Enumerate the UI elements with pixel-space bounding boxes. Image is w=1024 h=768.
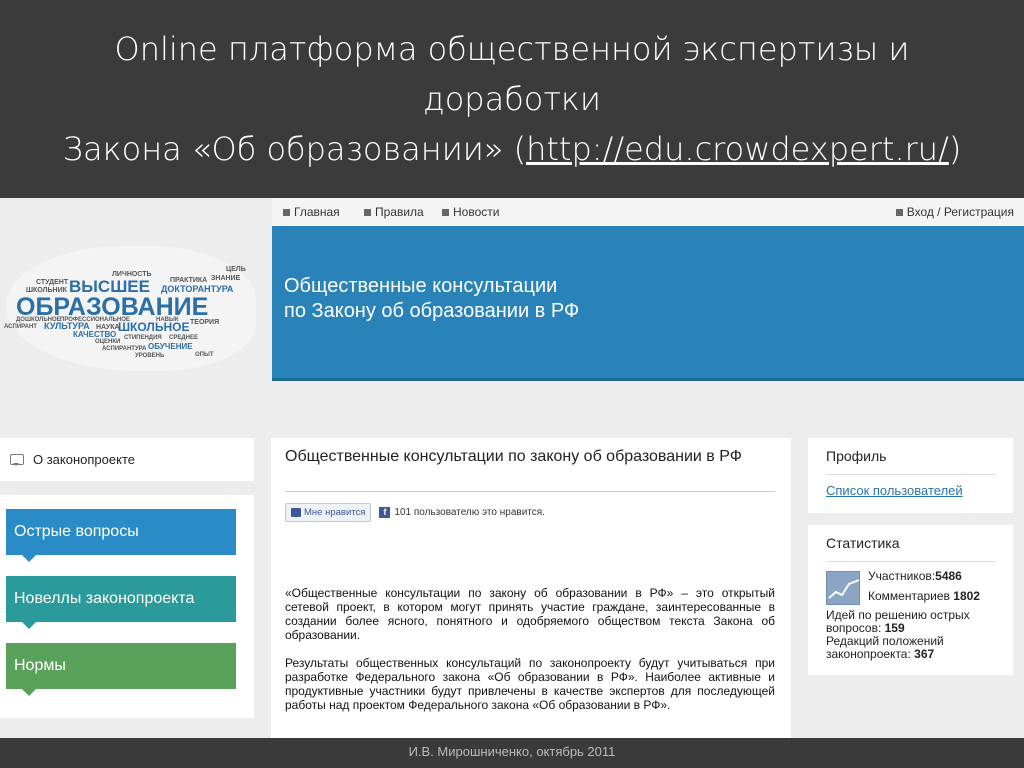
intro-paragraph: «Общественные консультации по закону об … (285, 586, 775, 642)
nav-login-label: Вход / Регистрация (906, 205, 1014, 219)
speech-bubble-icon (10, 454, 24, 466)
square-bullet-icon (895, 208, 903, 216)
cloud-word: СРЕДНЕЕ (169, 335, 198, 341)
nav-news-label: Новости (453, 205, 500, 219)
menu-bill-novels-button[interactable]: Новеллы законопроекта (6, 576, 236, 629)
cloud-word: ЦЕЛЬ (226, 266, 246, 273)
slide-title-line2: доработки (423, 80, 601, 118)
like-button[interactable]: Мне нравится (285, 503, 372, 522)
like-count-text: 101 пользователю это нравится. (394, 507, 545, 518)
participants-value: 5486 (935, 569, 962, 583)
comments-stat: Комментариев 1802 (868, 589, 980, 603)
divider (826, 474, 996, 475)
nav-rules-label: Правила (375, 205, 424, 219)
ideas-value: 159 (884, 621, 905, 635)
nav-rules[interactable]: Правила (364, 205, 424, 219)
facebook-icon: f (379, 507, 391, 518)
square-bullet-icon (283, 208, 290, 216)
left-menu: Острые вопросы Новеллы законопроекта Нор… (0, 495, 254, 718)
users-list-link[interactable]: Список пользователей (826, 483, 963, 498)
nav-main[interactable]: Главная (283, 205, 340, 219)
banner-line1: Общественные консультации (284, 275, 558, 297)
about-bill-label: О законопроекте (33, 452, 135, 467)
nav-login-register[interactable]: Вход / Регистрация (895, 205, 1014, 219)
cloud-word: СТИПЕНДИЯ (124, 335, 162, 341)
site-url-link[interactable]: http://edu.crowdexpert.ru/ (526, 130, 949, 168)
comments-label: Комментариев (868, 589, 950, 603)
cloud-word: АСПИРАНТ (4, 324, 37, 330)
facebook-like-row: Мне нравится f 101 пользователю это нрав… (285, 503, 545, 522)
divider (285, 491, 775, 492)
results-paragraph: Результаты общественных консультаций по … (285, 656, 775, 712)
word-cloud-logo[interactable]: СТУДЕНТ ЛИЧНОСТЬ ЦЕЛЬ ШКОЛЬНИК ВЫСШЕЕ ПР… (0, 226, 272, 386)
about-bill-link[interactable]: О законопроекте (0, 438, 254, 481)
profile-panel: Профиль Список пользователей (808, 438, 1013, 513)
cloud-word: ОБУЧЕНИЕ (148, 342, 193, 351)
slide-title-suffix: ) (948, 130, 962, 168)
slide-title-line3: Закона «Об образовании» (http://edu.crow… (0, 124, 1024, 174)
statistics-heading: Статистика (826, 535, 900, 551)
cloud-word: ШКОЛЬНОЕ (118, 320, 190, 334)
ideas-edits-stats: Идей по решению острых вопросов: 159 Ред… (826, 609, 1006, 661)
participants-stat: Участников:5486 (868, 569, 962, 583)
cloud-word: УРОВЕНЬ (135, 353, 165, 359)
menu-hot-issues-button[interactable]: Острые вопросы (6, 509, 236, 562)
participants-label: Участников: (868, 569, 936, 583)
comments-value: 1802 (953, 589, 980, 603)
cloud-word: ПРАКТИКА (170, 277, 208, 284)
main-content: Общественные консультации по закону об о… (271, 438, 791, 738)
banner-text: Общественные консультации по Закону об о… (284, 274, 579, 324)
like-button-label: Мне нравится (304, 507, 366, 518)
divider (826, 561, 996, 562)
thumbs-up-icon (291, 508, 301, 517)
edits-value: 367 (914, 647, 935, 661)
top-navigation: Главная Правила Новости Вход / Регистрац… (272, 198, 1024, 226)
nav-main-label: Главная (294, 205, 340, 219)
line-chart-icon (826, 571, 860, 605)
square-bullet-icon (442, 208, 449, 216)
cloud-word: ТЕОРИЯ (190, 319, 220, 326)
cloud-word: СТУДЕНТ (36, 279, 69, 286)
statistics-panel: Статистика Участников:5486 Комментариев … (808, 525, 1013, 675)
nav-news[interactable]: Новости (442, 205, 499, 219)
slide-title-line1: Online платформа общественной экспертизы… (114, 30, 910, 68)
slide-header: Online платформа общественной экспертизы… (0, 0, 1024, 198)
cloud-word: АСПИРАНТУРА (102, 346, 147, 352)
banner-line2: по Закону об образовании в РФ (284, 300, 580, 322)
profile-heading: Профиль (826, 448, 887, 464)
cloud-word: КАЧЕСТВО (73, 330, 117, 339)
slide-footer: И.В. Мирошниченко, октябрь 2011 (0, 738, 1024, 768)
content-title: Общественные консультации по закону об о… (285, 448, 742, 465)
site-screenshot: Главная Правила Новости Вход / Регистрац… (0, 198, 1024, 738)
slide-title-prefix: Закона «Об образовании» ( (62, 130, 527, 168)
menu-norms-button[interactable]: Нормы (6, 643, 236, 696)
cloud-word: ОПЫТ (195, 352, 214, 358)
cloud-word: ОЦЕНКИ (95, 339, 121, 345)
cloud-word: ЗНАНИЕ (211, 275, 241, 282)
square-bullet-icon (364, 208, 371, 216)
hero-banner: Общественные консультации по Закону об о… (272, 226, 1024, 381)
